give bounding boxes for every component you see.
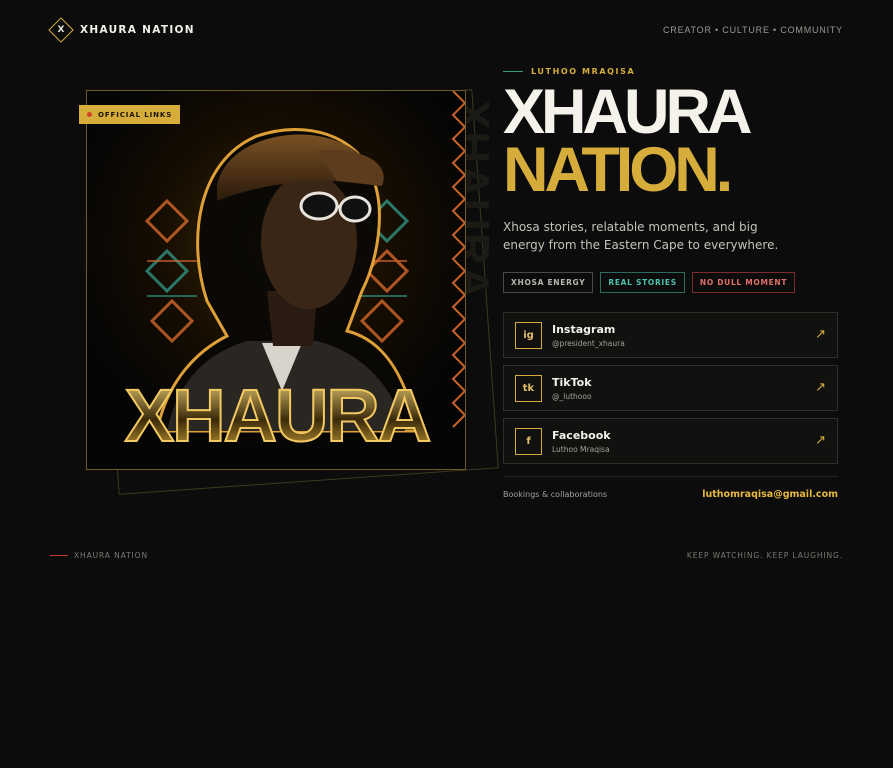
social-links: ig Instagram @president_xhaura ↗ tk TikT… xyxy=(503,312,838,471)
footer-brand: XHAURA NATION xyxy=(50,551,148,560)
brand-name: XHAURA NATION xyxy=(80,24,195,36)
social-card-tiktok[interactable]: tk TikTok @_luthooo ↗ xyxy=(503,365,838,411)
facebook-icon: f xyxy=(515,427,542,455)
tag-real-stories: REAL STORIES xyxy=(600,272,685,293)
badge-label: OFFICIAL LINKS xyxy=(98,110,173,119)
headline-line-2: NATION. xyxy=(503,134,733,205)
social-name: TikTok xyxy=(552,375,592,389)
eyebrow-line xyxy=(503,71,523,72)
social-handle: @president_xhaura xyxy=(552,338,625,348)
footer-line xyxy=(50,555,68,556)
diamond-logo-icon: X xyxy=(47,16,75,44)
headline-line-1: XHAURA xyxy=(503,77,753,147)
header-tagline: CREATOR • CULTURE • COMMUNITY xyxy=(662,25,843,35)
social-card-facebook[interactable]: f Facebook Luthoo Mraqisa ↗ xyxy=(503,418,838,464)
bookings-label: Bookings & collaborations xyxy=(503,490,608,499)
bookings-email-link[interactable]: luthomraqisa@gmail.com xyxy=(702,489,838,500)
hero-description: Xhosa stories, relatable moments, and bi… xyxy=(503,220,779,252)
poster-title-text: XHAURA xyxy=(125,374,430,457)
footer-brand-text: XHAURA NATION xyxy=(74,551,148,560)
eyebrow-text: LUTHOO MRAQISA xyxy=(531,67,636,76)
instagram-icon: ig xyxy=(515,321,542,349)
divider xyxy=(503,476,838,477)
arrow-up-right-icon: ↗ xyxy=(815,327,826,342)
tag-list: XHOSA ENERGY REAL STORIES NO DULL MOMENT xyxy=(503,272,796,293)
badge-dot-icon xyxy=(87,112,92,117)
footer-tagline: KEEP WATCHING. KEEP LAUGHING. xyxy=(686,551,843,560)
tiktok-icon: tk xyxy=(515,374,542,402)
tag-xhosa-energy: XHOSA ENERGY xyxy=(503,272,594,293)
eyebrow: LUTHOO MRAQISA xyxy=(503,67,635,76)
social-name: Facebook xyxy=(552,428,611,442)
poster-image: XHAURA xyxy=(86,90,466,470)
social-handle: @_luthooo xyxy=(552,391,592,401)
arrow-up-right-icon: ↗ xyxy=(815,380,826,395)
brand-letter: X xyxy=(57,25,65,35)
official-links-badge: OFFICIAL LINKS xyxy=(79,105,181,124)
tag-no-dull-moment: NO DULL MOMENT xyxy=(691,272,796,293)
social-name: Instagram xyxy=(552,322,616,336)
social-card-instagram[interactable]: ig Instagram @president_xhaura ↗ xyxy=(503,312,838,358)
brand-logo[interactable]: X XHAURA NATION xyxy=(47,16,195,44)
portrait-artwork: XHAURA xyxy=(87,91,465,469)
social-handle: Luthoo Mraqisa xyxy=(552,444,610,454)
page-title: XHAURA NATION. xyxy=(503,77,753,205)
arrow-up-right-icon: ↗ xyxy=(815,433,826,448)
